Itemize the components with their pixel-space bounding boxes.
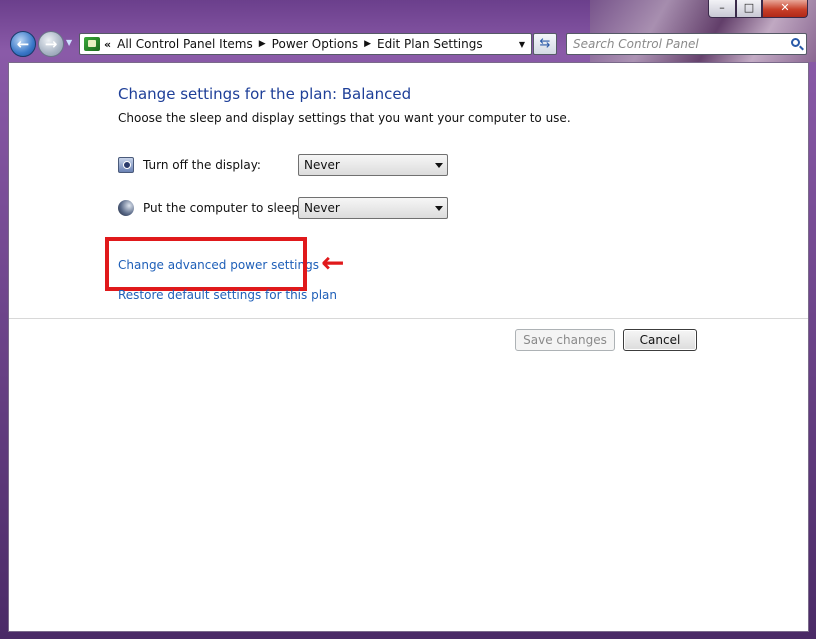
save-changes-button[interactable]: Save changes	[515, 329, 615, 351]
address-dropdown-icon[interactable]: ▼	[519, 40, 525, 49]
sleep-select[interactable]: Never	[298, 197, 448, 219]
breadcrumb-separator-icon[interactable]: ▶	[259, 39, 266, 49]
divider	[9, 318, 808, 319]
display-timer-icon	[118, 157, 134, 173]
control-panel-icon	[84, 37, 100, 51]
turn-off-display-label: Turn off the display:	[143, 158, 261, 172]
restore-default-settings-link[interactable]: Restore default settings for this plan	[118, 288, 337, 302]
annotation-highlight-box	[105, 237, 307, 291]
cancel-button[interactable]: Cancel	[623, 329, 697, 351]
page-title: Change settings for the plan: Balanced	[118, 85, 412, 103]
breadcrumb-separator-icon[interactable]: ▶	[364, 39, 371, 49]
search-input[interactable]: Search Control Panel	[566, 33, 807, 55]
breadcrumb-item-edit-plan-settings[interactable]: Edit Plan Settings	[377, 37, 483, 51]
sleep-moon-icon	[118, 200, 134, 216]
search-placeholder: Search Control Panel	[573, 37, 699, 51]
turn-off-display-value: Never	[304, 158, 340, 172]
annotation-arrow-icon: ←	[321, 246, 345, 279]
breadcrumb-item-power-options[interactable]: Power Options	[272, 37, 358, 51]
forward-arrow-icon[interactable]: →	[38, 31, 64, 57]
main-content: Change settings for the plan: Balanced C…	[8, 62, 809, 632]
minimize-icon[interactable]: –	[708, 0, 736, 18]
turn-off-display-select[interactable]: Never	[298, 154, 448, 176]
breadcrumb-overflow[interactable]: «	[104, 38, 111, 51]
window-frame: – □ ✕ ← → ▼ « All Control Panel Items ▶ …	[0, 0, 816, 639]
back-arrow-icon[interactable]: ←	[10, 31, 36, 57]
maximize-icon[interactable]: □	[736, 0, 762, 18]
sleep-label: Put the computer to sleep:	[143, 201, 304, 215]
page-description: Choose the sleep and display settings th…	[118, 111, 571, 125]
sleep-value: Never	[304, 201, 340, 215]
breadcrumb-item-all-control-panel-items[interactable]: All Control Panel Items	[117, 37, 253, 51]
address-bar[interactable]: « All Control Panel Items ▶ Power Option…	[79, 33, 532, 55]
chevron-down-icon	[435, 163, 443, 168]
recent-pages-chevron-icon[interactable]: ▼	[66, 38, 72, 47]
refresh-icon[interactable]: ⇆	[533, 33, 557, 55]
search-icon[interactable]	[791, 38, 800, 47]
caption-buttons: – □ ✕	[708, 0, 808, 18]
chevron-down-icon	[435, 206, 443, 211]
close-icon[interactable]: ✕	[762, 0, 808, 18]
